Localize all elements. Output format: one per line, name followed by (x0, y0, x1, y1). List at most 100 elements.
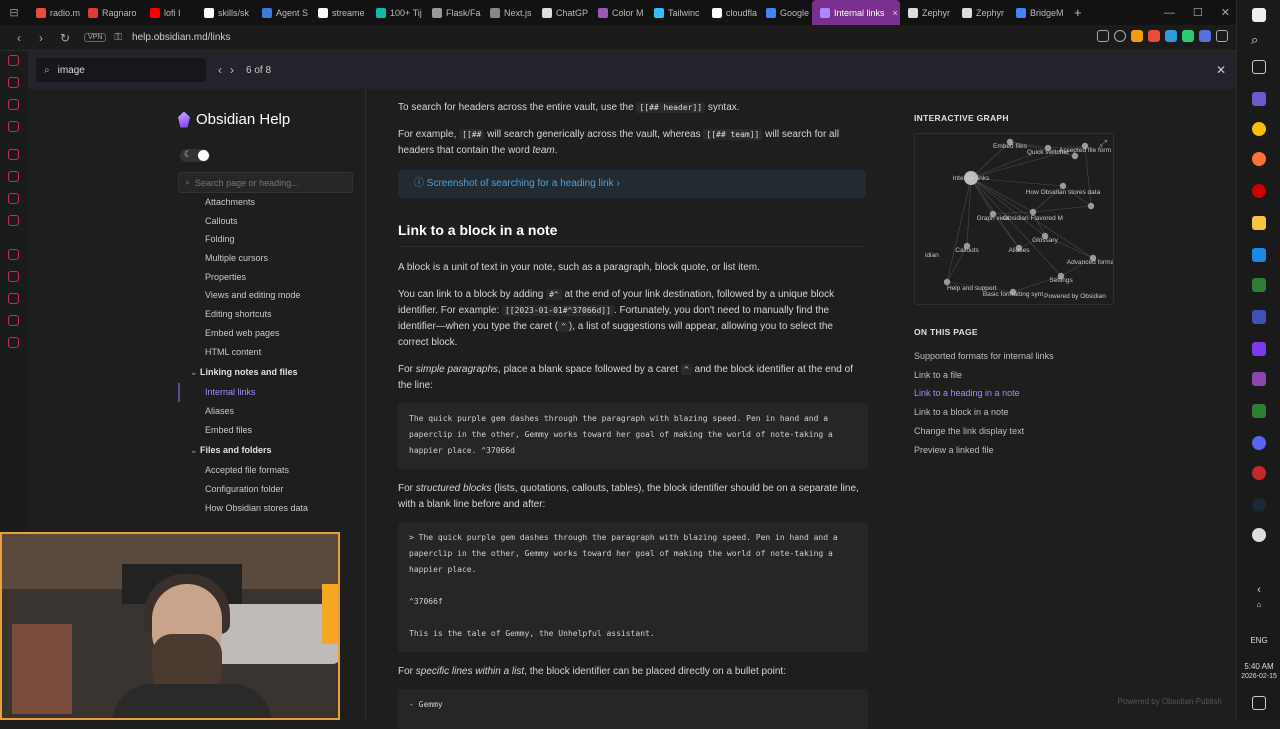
sidebar-app-icon[interactable] (8, 293, 19, 304)
folder-icon[interactable] (1252, 216, 1266, 230)
opera-icon[interactable] (1252, 184, 1266, 198)
browser-tab[interactable]: Ragnaro (80, 0, 142, 25)
app-green-icon[interactable] (1252, 278, 1266, 292)
sidebar-app-icon[interactable] (8, 249, 19, 260)
chrome-icon[interactable] (1252, 122, 1266, 136)
find-prev-icon[interactable]: ‹ (218, 63, 222, 77)
sidebar-app-icon[interactable] (8, 215, 19, 226)
steam-icon[interactable] (1252, 498, 1266, 512)
nav-item[interactable]: Internal links (178, 383, 366, 402)
toc-item[interactable]: Change the link display text (914, 426, 1024, 436)
nav-group[interactable]: ⌄ Files and folders (178, 439, 366, 461)
sidebar-app-icon[interactable] (8, 55, 19, 66)
nav-item[interactable]: Embed web pages (178, 324, 366, 343)
menu-icon[interactable] (1216, 30, 1228, 42)
nav-item[interactable]: Callouts (178, 212, 366, 231)
browser-tab[interactable]: BridgeM (1008, 0, 1066, 25)
bookmark-icon[interactable] (1097, 30, 1109, 42)
sidebar-app-icon[interactable] (8, 77, 19, 88)
browser-tab[interactable]: Flask/Fa (424, 0, 482, 25)
nav-item[interactable]: Properties (178, 268, 366, 287)
tray-chevron-icon[interactable]: ‹ (1237, 584, 1280, 596)
browser-tab[interactable]: Internal links × (812, 0, 900, 25)
search-icon[interactable]: ⌕ (1251, 32, 1258, 48)
browser-tab[interactable]: Zephyr (954, 0, 1008, 25)
tab-actions-icon[interactable]: ⊟ (0, 6, 28, 19)
nav-item[interactable]: Editing shortcuts (178, 305, 366, 324)
discord-icon[interactable] (1252, 436, 1266, 450)
sidebar-app-icon[interactable] (8, 99, 19, 110)
sidebar-app-icon[interactable] (8, 171, 19, 182)
toc-item[interactable]: Preview a linked file (914, 445, 994, 455)
nav-group[interactable]: ⌄ Linking notes and files (178, 361, 366, 383)
browser-tab[interactable]: radio.m (28, 0, 80, 25)
app-red-icon[interactable] (1252, 466, 1266, 480)
browser-tab[interactable]: Google (758, 0, 812, 25)
obsidian-icon[interactable] (1252, 342, 1266, 356)
nav-item[interactable]: Embed files (178, 421, 366, 440)
sidebar-app-icon[interactable] (8, 193, 19, 204)
browser-tab[interactable]: skills/sk (196, 0, 254, 25)
app-terminal-icon[interactable] (1252, 404, 1266, 418)
firefox-icon[interactable] (1252, 152, 1266, 166)
sidebar-search-input[interactable]: ⌕ Search page or heading... (178, 172, 353, 193)
browser-tab[interactable]: Next.js (482, 0, 534, 25)
app-white-icon[interactable] (1252, 528, 1266, 542)
footer-credit[interactable]: Powered by Obsidian Publish (1117, 697, 1222, 706)
browser-tab[interactable]: 100+ Tij (368, 0, 424, 25)
clock-date[interactable]: 2026-02-15 (1237, 673, 1280, 680)
nav-item[interactable]: Attachments (178, 193, 366, 212)
browser-tab[interactable]: lofi I (142, 0, 196, 25)
url-field[interactable]: help.obsidian.md/links (132, 32, 230, 43)
nav-item[interactable]: Multiple cursors (178, 249, 366, 268)
nav-item[interactable]: Views and editing mode (178, 286, 366, 305)
nav-item[interactable]: Accepted file formats (178, 461, 366, 480)
maximize-icon[interactable]: ☐ (1193, 6, 1203, 19)
vpn-badge[interactable]: VPN (84, 33, 107, 42)
profile-icon[interactable] (1199, 30, 1211, 42)
theme-toggle[interactable]: ☾ (180, 149, 210, 162)
clock-time[interactable]: 5:40 AM (1237, 662, 1280, 671)
toc-item[interactable]: Link to a heading in a note (914, 388, 1020, 398)
find-next-icon[interactable]: › (230, 63, 234, 77)
browser-tab[interactable]: cloudfla (704, 0, 758, 25)
graph-node[interactable] (1087, 202, 1095, 210)
toc-item[interactable]: Link to a block in a note (914, 407, 1009, 417)
screenshot-callout[interactable]: ⓘ Screenshot of searching for a heading … (398, 170, 866, 198)
nav-item[interactable]: HTML content (178, 343, 366, 362)
site-logo[interactable]: Obsidian Help (178, 111, 290, 128)
task-view-icon[interactable] (1252, 60, 1266, 74)
sidebar-app-icon[interactable] (8, 337, 19, 348)
ext-blue-icon[interactable] (1165, 30, 1177, 42)
sidebar-app-icon[interactable] (8, 271, 19, 282)
windows-icon[interactable] (1252, 8, 1266, 22)
site-info-icon[interactable]: ⚿ (114, 32, 122, 43)
toc-item[interactable]: Link to a file (914, 370, 962, 380)
toc-item[interactable]: Supported formats for internal links (914, 351, 1054, 361)
reload-icon[interactable]: ↻ (56, 31, 74, 45)
minimize-icon[interactable]: — (1164, 7, 1175, 19)
browser-tab[interactable]: Zephyr (900, 0, 954, 25)
find-input[interactable]: ⌕ image (36, 58, 206, 82)
close-tab-icon[interactable]: × (893, 8, 898, 18)
browser-tab[interactable]: streame (310, 0, 368, 25)
nav-item[interactable]: Folding (178, 230, 366, 249)
ext-green-icon[interactable] (1182, 30, 1194, 42)
ext-orange-icon[interactable] (1131, 30, 1143, 42)
network-icon[interactable]: ⌂ (1237, 600, 1280, 609)
back-icon[interactable]: ‹ (10, 31, 28, 45)
app-blue-icon[interactable] (1252, 248, 1266, 262)
nav-item[interactable]: How Obsidian stores data (178, 499, 366, 518)
browser-tab[interactable]: Agent S (254, 0, 310, 25)
app-purple-icon[interactable] (1252, 372, 1266, 386)
close-window-icon[interactable]: ✕ (1221, 6, 1230, 19)
sidebar-app-icon[interactable] (8, 121, 19, 132)
expand-icon[interactable]: ⤢ (1100, 138, 1107, 149)
forward-icon[interactable]: › (32, 31, 50, 45)
browser-tab[interactable]: ChatGP (534, 0, 590, 25)
browser-tab[interactable]: Color M (590, 0, 646, 25)
interactive-graph[interactable]: Embed files Quick switcher Accepted file f… (914, 133, 1114, 305)
heart-icon[interactable] (1114, 30, 1126, 42)
copilot-icon[interactable] (1252, 92, 1266, 106)
ext-red-icon[interactable] (1148, 30, 1160, 42)
